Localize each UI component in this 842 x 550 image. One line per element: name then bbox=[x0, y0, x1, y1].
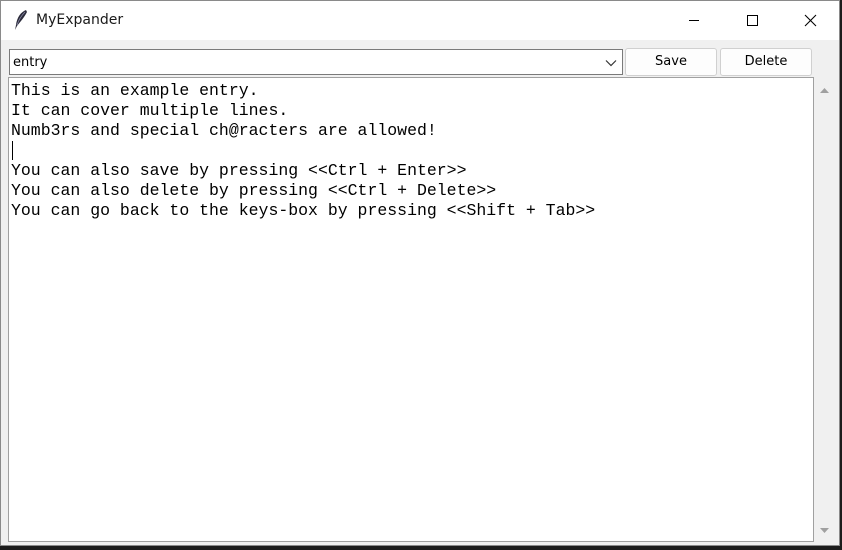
chevron-down-icon[interactable] bbox=[604, 55, 618, 69]
entry-text-editor[interactable]: This is an example entry. It can cover m… bbox=[8, 77, 814, 542]
maximize-button[interactable] bbox=[723, 1, 781, 40]
feather-icon bbox=[11, 9, 31, 31]
delete-button[interactable]: Delete bbox=[720, 48, 812, 76]
editor-line: You can go back to the keys-box by press… bbox=[11, 201, 596, 220]
vertical-scrollbar[interactable] bbox=[815, 77, 834, 542]
minimize-button[interactable] bbox=[665, 1, 723, 40]
editor-content: This is an example entry. It can cover m… bbox=[11, 81, 595, 221]
entry-combobox[interactable]: entry bbox=[9, 49, 623, 75]
editor-line-empty bbox=[11, 141, 595, 161]
scroll-up-arrow-icon[interactable] bbox=[818, 82, 831, 95]
editor-line: This is an example entry. bbox=[11, 81, 259, 100]
scroll-down-arrow-icon[interactable] bbox=[818, 522, 831, 535]
entry-combobox-value: entry bbox=[13, 55, 48, 70]
text-caret bbox=[12, 141, 13, 160]
editor-line: You can also delete by pressing <<Ctrl +… bbox=[11, 181, 497, 200]
close-button[interactable] bbox=[781, 1, 839, 40]
editor-line: You can also save by pressing <<Ctrl + E… bbox=[11, 161, 467, 180]
window-title: MyExpander bbox=[36, 12, 124, 28]
minimize-icon bbox=[689, 20, 699, 21]
close-icon bbox=[804, 14, 817, 27]
maximize-icon bbox=[747, 15, 758, 26]
editor-line: It can cover multiple lines. bbox=[11, 101, 289, 120]
app-window: MyExpander entry Save Delete This is an … bbox=[0, 0, 840, 546]
save-button[interactable]: Save bbox=[625, 48, 717, 76]
title-bar[interactable]: MyExpander bbox=[1, 1, 839, 40]
editor-line: Numb3rs and special ch@racters are allow… bbox=[11, 121, 437, 140]
